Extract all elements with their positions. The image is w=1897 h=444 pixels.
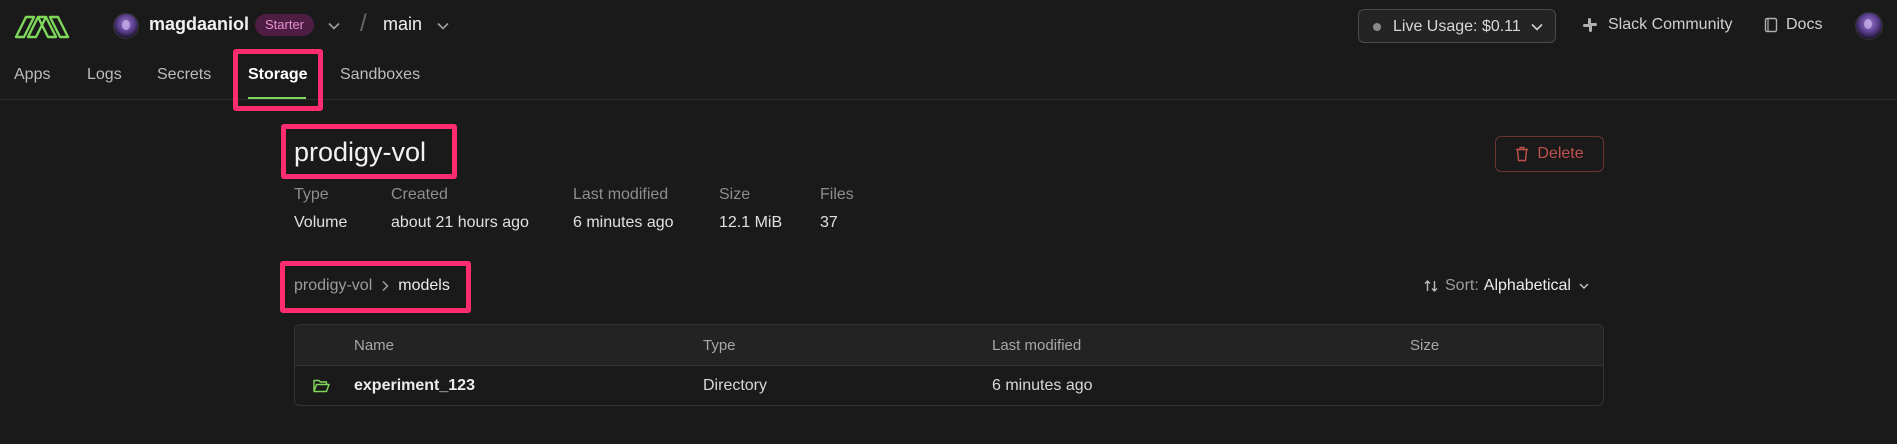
plan-badge: Starter: [255, 14, 315, 36]
meta-size: Size 12.1 MiB: [719, 186, 782, 232]
org-avatar[interactable]: [113, 13, 139, 39]
slack-icon: [1583, 18, 1597, 32]
files-table: Name Type Last modified Size experiment_…: [294, 324, 1604, 406]
meta-value: Volume: [294, 214, 348, 231]
book-icon: [1764, 17, 1778, 33]
meta-value: 37: [820, 214, 838, 231]
row-last-modified: 6 minutes ago: [992, 377, 1093, 394]
column-header-size[interactable]: Size: [1410, 337, 1439, 354]
chevron-right-icon: [382, 280, 389, 292]
sort-value: Alphabetical: [1483, 277, 1571, 294]
column-header-name[interactable]: Name: [354, 337, 394, 354]
meta-value: 12.1 MiB: [719, 214, 783, 231]
sort-dropdown[interactable]: Sort: Alphabetical: [1423, 277, 1591, 295]
tab-apps[interactable]: Apps: [14, 66, 50, 84]
chevron-down-icon: [1531, 23, 1543, 31]
tab-sandboxes[interactable]: Sandboxes: [340, 66, 420, 84]
meta-created: Created about 21 hours ago: [391, 186, 529, 232]
sort-label: Sort:: [1445, 277, 1479, 294]
chevron-down-icon: [1579, 283, 1589, 289]
top-bar: magdaaniol Starter / main Live Usage: $0…: [0, 0, 1897, 52]
slack-community-link[interactable]: Slack Community: [1582, 14, 1732, 36]
environment-name[interactable]: main: [383, 14, 422, 35]
highlight-box: [233, 49, 323, 111]
tab-logs[interactable]: Logs: [87, 66, 122, 84]
delete-button[interactable]: Delete: [1495, 136, 1604, 172]
column-header-last-modified[interactable]: Last modified: [992, 337, 1081, 354]
column-header-type[interactable]: Type: [703, 337, 736, 354]
meta-label: Size: [719, 186, 751, 203]
breadcrumb-current: models: [398, 277, 450, 294]
row-type: Directory: [703, 377, 768, 394]
table-header: Name Type Last modified Size: [295, 325, 1603, 366]
meta-label: Type: [294, 186, 329, 203]
live-usage-label: Live Usage: $0.11: [1393, 18, 1521, 35]
meta-value: about 21 hours ago: [391, 214, 529, 231]
docs-link[interactable]: Docs: [1764, 14, 1822, 36]
tab-secrets[interactable]: Secrets: [157, 66, 211, 84]
org-name[interactable]: magdaaniol: [149, 14, 249, 35]
modal-logo-icon[interactable]: [14, 11, 70, 41]
trash-icon: [1516, 146, 1529, 162]
chevron-down-icon[interactable]: [327, 19, 341, 33]
volume-title: prodigy-vol: [294, 137, 427, 167]
chevron-down-icon[interactable]: [436, 19, 450, 33]
user-avatar[interactable]: [1855, 12, 1883, 40]
meta-last-modified: Last modified 6 minutes ago: [573, 186, 674, 232]
status-dot-icon: [1373, 23, 1381, 31]
row-name[interactable]: experiment_123: [354, 377, 475, 395]
workspace-separator: /: [360, 10, 367, 37]
meta-label: Created: [391, 186, 448, 203]
live-usage-button[interactable]: Live Usage: $0.11: [1358, 9, 1556, 43]
meta-files: Files 37: [820, 186, 854, 232]
sort-arrows-icon: [1424, 280, 1438, 292]
delete-label: Delete: [1537, 145, 1584, 162]
breadcrumb: prodigy-vol models: [294, 277, 450, 295]
meta-value: 6 minutes ago: [573, 214, 674, 231]
slack-community-label: Slack Community: [1608, 16, 1733, 33]
meta-label: Last modified: [573, 186, 669, 203]
table-row[interactable]: experiment_123 Directory 6 minutes ago: [295, 366, 1603, 405]
meta-label: Files: [820, 186, 854, 203]
breadcrumb-root[interactable]: prodigy-vol: [294, 277, 372, 295]
folder-open-icon: [313, 379, 330, 393]
meta-type: Type Volume: [294, 186, 347, 232]
docs-label: Docs: [1786, 16, 1823, 33]
